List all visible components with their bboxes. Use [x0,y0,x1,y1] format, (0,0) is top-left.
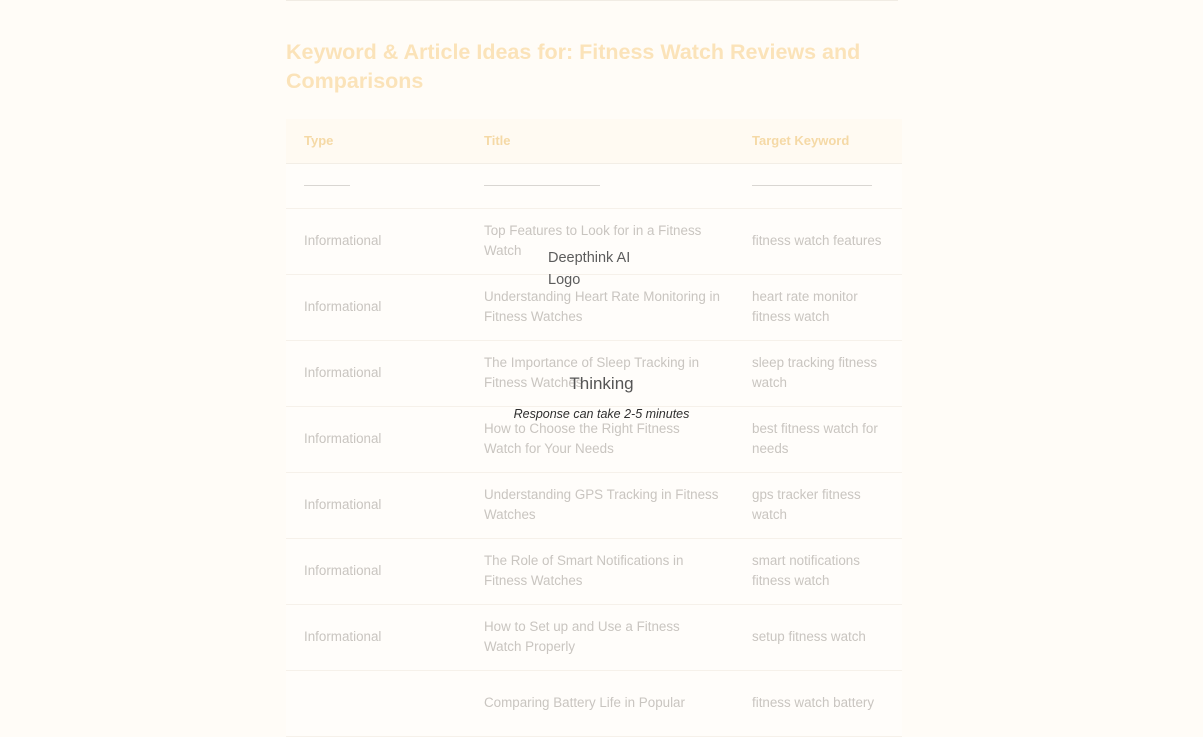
title-cell: Understanding GPS Tracking in Fitness Wa… [484,487,719,522]
page-title: Keyword & Article Ideas for: Fitness Wat… [286,40,861,93]
type-cell [286,670,466,736]
keyword-cell: fitness watch battery [752,695,875,710]
keyword-table-container: Type Title Target Keyword Informational … [286,119,902,737]
column-header-type: Type [304,133,334,149]
keyword-cell: setup fitness watch [752,629,866,644]
separator-dash [752,185,872,186]
separator-dash [304,185,350,186]
table-row: Informational Understanding GPS Tracking… [286,472,902,538]
separator-dash [484,185,600,186]
markdown-separator-row [286,163,902,208]
table-row: Informational The Role of Smart Notifica… [286,538,902,604]
keyword-cell: gps tracker fitness watch [752,487,861,522]
top-divider [286,0,898,1]
type-cell: Informational [304,497,382,512]
table-header-row: Type Title Target Keyword [286,119,902,163]
keyword-cell: smart notifications fitness watch [752,553,860,588]
type-cell: Informational [304,233,382,248]
response-time-note: Response can take 2-5 minutes [513,407,690,421]
keyword-cell: fitness watch features [752,233,882,248]
table-row: Informational How to Set up and Use a Fi… [286,604,902,670]
deepthink-logo-broken-image: Deepthink AI Logo [548,250,631,288]
column-header-keyword: Target Keyword [752,133,850,149]
keyword-table: Type Title Target Keyword Informational … [286,119,902,737]
type-cell: Informational [304,299,382,314]
title-cell: Comparing Battery Life in Popular [484,695,685,710]
title-cell: The Role of Smart Notifications in Fitne… [484,553,684,588]
table-row: Comparing Battery Life in Popular fitnes… [286,670,902,736]
type-cell: Informational [304,563,382,578]
type-cell: Informational [304,629,382,644]
thinking-status: Thinking [569,374,634,393]
column-header-title: Title [484,133,511,149]
keyword-cell: heart rate monitor fitness watch [752,289,858,324]
title-cell: How to Set up and Use a Fitness Watch Pr… [484,619,680,654]
